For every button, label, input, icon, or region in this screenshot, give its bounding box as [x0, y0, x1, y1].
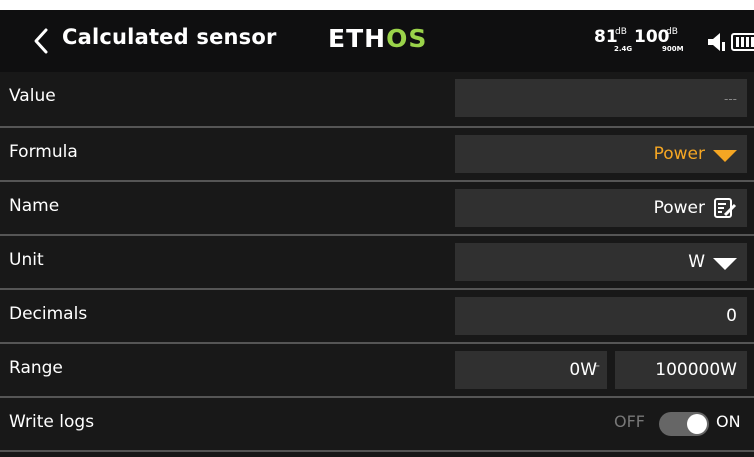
logo-left-text: ETH: [328, 24, 387, 53]
divider: [0, 450, 754, 452]
unit-value: W: [688, 252, 705, 272]
dropdown-arrow-icon: [713, 150, 737, 162]
toggle-knob: [687, 414, 707, 434]
row-write-logs: Write logs OFF ON: [0, 398, 754, 450]
range-min-value: 0W: [569, 360, 597, 380]
row-name: Name Power: [0, 182, 754, 234]
unit-label: Unit: [9, 250, 44, 270]
row-value: Value ---: [0, 72, 754, 124]
row-range: Range 0W - 100000W: [0, 344, 754, 396]
name-label: Name: [9, 196, 60, 216]
screen: Calculated sensor ETHOS 81 dB 2.4G 100 d…: [0, 0, 754, 457]
value-readout: ---: [724, 92, 737, 106]
page-title: Calculated sensor: [62, 25, 277, 49]
write-logs-toggle[interactable]: [659, 412, 709, 436]
speaker-icon[interactable]: [706, 31, 728, 53]
formula-value: Power: [653, 144, 705, 164]
unit-dropdown[interactable]: W: [455, 243, 747, 281]
rssi-900m-unit: dB: [666, 27, 678, 37]
formula-label: Formula: [9, 142, 78, 162]
row-unit: Unit W: [0, 236, 754, 288]
dropdown-arrow-icon: [713, 258, 737, 270]
rssi-900m-band: 900M: [662, 45, 684, 53]
header-bar: Calculated sensor ETHOS 81 dB 2.4G 100 d…: [0, 10, 754, 72]
formula-dropdown[interactable]: Power: [455, 135, 747, 173]
range-min-field[interactable]: 0W: [455, 351, 607, 389]
row-decimals: Decimals 0: [0, 290, 754, 342]
name-value: Power: [653, 198, 705, 218]
settings-list: Value --- Formula Power Name Power Unit …: [0, 72, 754, 457]
chevron-left-icon: [34, 28, 48, 54]
rssi-2g4-unit: dB: [615, 27, 627, 37]
range-label: Range: [9, 358, 63, 378]
toggle-on-label: ON: [716, 412, 741, 431]
range-max-field[interactable]: 100000W: [615, 351, 747, 389]
rssi-900m-value: 100: [634, 27, 670, 47]
decimals-value: 0: [726, 306, 737, 326]
decimals-field[interactable]: 0: [455, 297, 747, 335]
range-separator: -: [595, 358, 601, 374]
name-field[interactable]: Power: [455, 189, 747, 227]
toggle-off-label: OFF: [614, 412, 645, 431]
ethos-logo: ETHOS: [328, 24, 427, 53]
value-label: Value: [9, 86, 56, 106]
value-display: ---: [455, 79, 747, 117]
range-max-value: 100000W: [655, 360, 737, 380]
logo-right-text: OS: [386, 24, 428, 53]
row-formula: Formula Power: [0, 128, 754, 180]
edit-icon: [714, 198, 737, 218]
battery-icon: [731, 33, 754, 51]
rssi-2g4-band: 2.4G: [614, 45, 633, 53]
back-button[interactable]: [26, 25, 56, 57]
write-logs-label: Write logs: [9, 412, 95, 432]
decimals-label: Decimals: [9, 304, 88, 324]
